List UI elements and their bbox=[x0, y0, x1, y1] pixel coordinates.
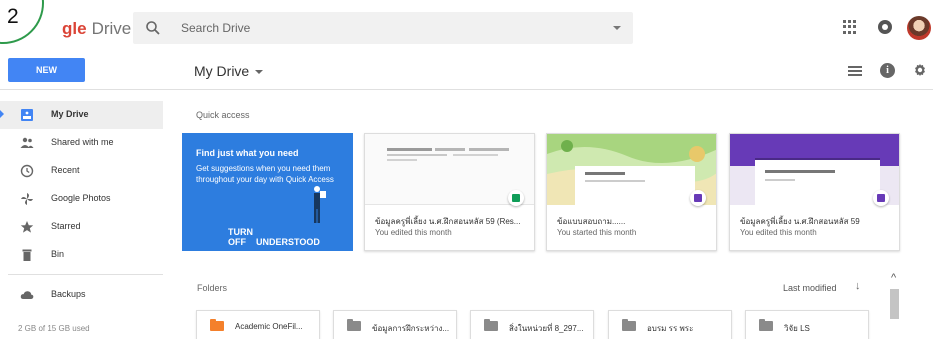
sidebar-item-recent[interactable]: Recent bbox=[0, 157, 163, 185]
search-box[interactable]: Search Drive bbox=[133, 12, 633, 44]
promo-title: Find just what you need bbox=[196, 148, 299, 158]
folder-item[interactable]: วิจัย LS bbox=[745, 310, 869, 339]
scroll-thumb[interactable] bbox=[890, 289, 899, 319]
sidebar-item-label: My Drive bbox=[51, 109, 89, 119]
sidebar-item-backups[interactable]: Backups bbox=[0, 281, 163, 309]
folder-label: ข้อมูลการฝึกระหว่าง... bbox=[372, 324, 450, 333]
quick-access-heading: Quick access bbox=[196, 110, 250, 120]
scroll-up-icon[interactable]: ^ bbox=[891, 272, 896, 284]
drive-logo[interactable]: gle Drive bbox=[62, 19, 131, 39]
sidebar-item-starred[interactable]: Starred bbox=[0, 213, 163, 241]
folder-label: วิจัย LS bbox=[784, 324, 810, 333]
info-icon[interactable]: i bbox=[880, 63, 895, 78]
sidebar-item-label: Bin bbox=[51, 249, 65, 259]
sidebar-item-label: Starred bbox=[51, 221, 81, 231]
sidebar: My Drive Shared with me Recent Google Ph… bbox=[0, 90, 163, 339]
search-icon[interactable] bbox=[144, 19, 162, 37]
folder-icon bbox=[347, 319, 361, 331]
search-options-icon[interactable] bbox=[613, 26, 621, 30]
forms-file-icon bbox=[873, 190, 889, 206]
person-illustration-icon bbox=[314, 186, 326, 223]
card-title: ข้อมูลครูพี่เลี้ยง น.ศ.ฝึกสอนหลัส 59 (Re… bbox=[375, 217, 521, 226]
star-icon bbox=[20, 221, 34, 233]
sheets-file-icon bbox=[508, 190, 524, 206]
location-title: My Drive bbox=[194, 63, 250, 79]
sidebar-item-label: Recent bbox=[51, 165, 80, 175]
trash-icon bbox=[22, 249, 32, 261]
folder-item[interactable]: ข้อมูลการฝึกระหว่าง... bbox=[333, 310, 457, 339]
promo-actions: TURN OFF UNDERSTOOD bbox=[228, 227, 353, 247]
chevron-down-icon bbox=[255, 70, 264, 75]
search-input[interactable]: Search Drive bbox=[181, 21, 250, 35]
logo-product-name: Drive bbox=[91, 19, 132, 38]
folders-heading: Folders bbox=[197, 283, 228, 293]
promo-body: Get suggestions when you need them throu… bbox=[196, 164, 334, 184]
sidebar-divider bbox=[8, 274, 163, 275]
folder-item[interactable]: สิ่งในหน่วยที่ 8_297... bbox=[470, 310, 594, 339]
people-icon bbox=[20, 137, 34, 148]
quick-access-promo-card: Find just what you need Get suggestions … bbox=[182, 133, 353, 251]
quick-access-card[interactable]: ข้อมูลครูพี่เลี้ยง น.ศ.ฝึกสอนหลัส 59 (Re… bbox=[364, 133, 535, 251]
card-subtitle: You edited this month bbox=[375, 228, 452, 237]
card-title: ข้อมูลครูพี่เลี้ยง น.ศ.ฝึกสอนหลัส 59 bbox=[740, 217, 860, 226]
sidebar-item-bin[interactable]: Bin bbox=[0, 241, 163, 269]
shared-folder-icon bbox=[759, 319, 773, 331]
understood-button[interactable]: UNDERSTOOD bbox=[256, 237, 320, 247]
sort-dropdown[interactable]: Last modified bbox=[783, 283, 837, 293]
card-subtitle: You edited this month bbox=[740, 228, 817, 237]
folder-icon bbox=[210, 319, 224, 331]
gear-icon[interactable] bbox=[912, 62, 928, 78]
active-indicator bbox=[0, 110, 4, 118]
turn-off-button[interactable]: TURN OFF bbox=[228, 227, 253, 247]
card-title: ข้อแบบสอบถาม...... bbox=[557, 217, 626, 226]
new-button[interactable]: NEW bbox=[8, 58, 85, 82]
sidebar-item-shared[interactable]: Shared with me bbox=[0, 129, 163, 157]
sidebar-item-photos[interactable]: Google Photos bbox=[0, 185, 163, 213]
sort-direction-icon[interactable]: ↓ bbox=[855, 280, 861, 292]
cloud-icon bbox=[20, 291, 34, 299]
pinwheel-icon bbox=[21, 193, 33, 205]
folder-icon bbox=[622, 319, 636, 331]
card-subtitle: You started this month bbox=[557, 228, 637, 237]
folder-icon bbox=[484, 319, 498, 331]
folder-label: อบรม รร พระ bbox=[647, 324, 694, 333]
quick-access-card[interactable]: ข้อมูลครูพี่เลี้ยง น.ศ.ฝึกสอนหลัส 59 You… bbox=[729, 133, 900, 251]
step-number: 2 bbox=[7, 5, 19, 28]
sidebar-item-label: Google Photos bbox=[51, 193, 111, 203]
avatar[interactable] bbox=[907, 16, 931, 40]
sidebar-item-label: Shared with me bbox=[51, 137, 114, 147]
forms-file-icon bbox=[690, 190, 706, 206]
location-dropdown[interactable]: My Drive bbox=[194, 63, 264, 79]
notifications-icon[interactable] bbox=[878, 20, 892, 34]
storage-usage: 2 GB of 15 GB used bbox=[18, 324, 90, 333]
folder-item[interactable]: อบรม รร พระ bbox=[608, 310, 732, 339]
logo-text-fragment: gle bbox=[62, 19, 87, 38]
sidebar-item-my-drive[interactable]: My Drive bbox=[0, 101, 163, 129]
my-drive-icon bbox=[21, 109, 33, 121]
list-view-icon[interactable] bbox=[848, 65, 862, 77]
folder-label: สิ่งในหน่วยที่ 8_297... bbox=[509, 324, 584, 333]
apps-grid-icon[interactable] bbox=[843, 20, 857, 34]
app-header: 2 gle Drive Search Drive bbox=[0, 0, 933, 56]
folder-item[interactable]: Academic OneFil... bbox=[196, 310, 320, 339]
quick-access-card[interactable]: ข้อแบบสอบถาม...... You started this mont… bbox=[546, 133, 717, 251]
sidebar-item-label: Backups bbox=[51, 289, 86, 299]
scrollbar[interactable]: ^ bbox=[889, 272, 901, 339]
folder-label: Academic OneFil... bbox=[235, 322, 303, 331]
clock-icon bbox=[20, 164, 34, 178]
